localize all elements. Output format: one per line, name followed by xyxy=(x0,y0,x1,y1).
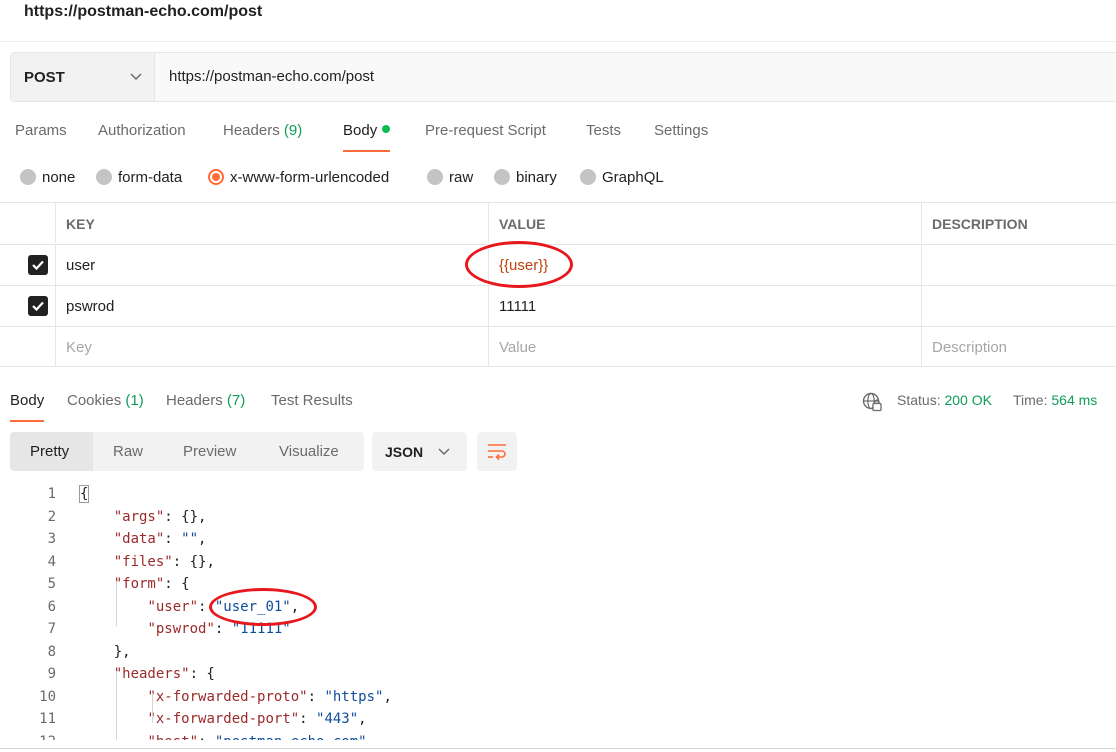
window-title: https://postman-echo.com/post xyxy=(24,3,263,20)
method-select[interactable]: POST xyxy=(11,53,155,101)
tab-authorization[interactable]: Authorization xyxy=(98,122,186,152)
value-input[interactable]: Value xyxy=(488,327,921,366)
tab-test-results[interactable]: Test Results xyxy=(271,392,353,422)
indent-guide xyxy=(152,693,153,723)
view-preview-button[interactable]: Preview xyxy=(163,432,259,471)
headers-count: (9) xyxy=(283,122,303,139)
table-header: KEY VALUE DESCRIPTION xyxy=(0,202,1116,243)
key-input[interactable]: Key xyxy=(55,327,488,366)
line-number: 6 xyxy=(47,598,56,615)
indent-guide xyxy=(116,671,117,740)
view-mode-group: Pretty Raw Preview Visualize xyxy=(10,432,364,471)
key-cell[interactable]: user xyxy=(55,245,488,285)
line-number: 10 xyxy=(39,688,56,705)
response-tabs: Body Cookies (1) Headers (7) Test Result… xyxy=(0,390,1116,422)
code-line: 10 "x-forwarded-proto": "https", xyxy=(0,687,1116,710)
chevron-down-icon xyxy=(130,73,142,81)
column-header-description: DESCRIPTION xyxy=(932,216,1028,232)
tab-tests[interactable]: Tests xyxy=(586,122,621,152)
table-row: pswrod 11111 xyxy=(0,285,1116,326)
line-number: 9 xyxy=(47,666,56,682)
view-visualize-button[interactable]: Visualize xyxy=(259,432,364,471)
tab-response-body[interactable]: Body xyxy=(10,392,45,422)
code-text: "args": {}, xyxy=(113,508,207,525)
line-number: 8 xyxy=(47,643,56,660)
tab-headers[interactable]: Headers (9) xyxy=(223,122,302,152)
code-text: "data": "", xyxy=(113,531,207,547)
line-number: 3 xyxy=(47,531,56,547)
code-line: 12 "host": "postman-echo.com", xyxy=(0,732,1116,741)
tab-pre-request-script[interactable]: Pre-request Script xyxy=(425,122,546,152)
checkbox-checked-icon[interactable] xyxy=(28,255,48,275)
view-raw-button[interactable]: Raw xyxy=(93,432,163,471)
tab-params[interactable]: Params xyxy=(15,122,67,152)
request-tabs: Params Authorization Headers (9) Body Pr… xyxy=(0,122,1116,154)
code-line: 9 "headers": { xyxy=(0,664,1116,687)
code-line: 5 "form": { xyxy=(0,574,1116,597)
view-pretty-button[interactable]: Pretty xyxy=(10,432,93,471)
column-header-value: VALUE xyxy=(499,216,546,232)
response-time: Time: 564 ms xyxy=(1013,392,1098,408)
code-line: 4 "files": {}, xyxy=(0,552,1116,575)
checkbox-checked-icon[interactable] xyxy=(28,296,48,316)
line-number: 5 xyxy=(47,576,56,592)
line-number: 7 xyxy=(47,621,56,637)
indent-guide xyxy=(116,582,117,626)
wrap-lines-icon xyxy=(488,444,506,461)
format-select[interactable]: JSON xyxy=(372,432,467,471)
tab-settings[interactable]: Settings xyxy=(654,122,708,152)
tab-response-headers[interactable]: Headers (7) xyxy=(166,392,245,422)
description-cell[interactable] xyxy=(921,286,1116,326)
code-line: 3 "data": "", xyxy=(0,529,1116,552)
response-body-code[interactable]: 1{2 "args": {}, 3 "data": "", 4 "files": {… xyxy=(0,484,1116,740)
window-title-bar: https://postman-echo.com/post xyxy=(0,0,1116,42)
globe-lock-icon[interactable] xyxy=(862,392,882,412)
code-line: 7 "pswrod": "11111" xyxy=(0,619,1116,642)
line-number: 12 xyxy=(0,734,56,741)
annotation-ellipse xyxy=(465,241,573,288)
annotation-ellipse xyxy=(209,588,317,626)
key-cell[interactable]: pswrod xyxy=(55,286,488,326)
method-label: POST xyxy=(24,69,65,86)
code-line: 8 }, xyxy=(0,642,1116,665)
horizontal-scrollbar[interactable] xyxy=(0,748,1116,752)
description-input[interactable]: Description xyxy=(921,327,1116,366)
code-text: "files": {}, xyxy=(113,553,215,570)
code-line: 6 "user": "user_01", xyxy=(0,597,1116,620)
code-line: 1{ xyxy=(0,484,1116,507)
code-line: 2 "args": {}, xyxy=(0,507,1116,530)
line-number: 1 xyxy=(47,486,56,502)
body-type-radios: none form-data x-www-form-urlencoded raw… xyxy=(0,166,1116,190)
code-line: 11 "x-forwarded-port": "443", xyxy=(0,709,1116,732)
code-text: "host": "postman-echo.com", xyxy=(80,734,375,741)
tab-cookies[interactable]: Cookies (1) xyxy=(67,392,144,422)
code-text: { xyxy=(78,485,90,503)
status-value: 200 OK xyxy=(944,392,992,408)
code-text: "x-forwarded-port": "443", xyxy=(147,711,367,727)
response-status: Status: 200 OK xyxy=(897,392,992,408)
code-text: }, xyxy=(80,643,131,660)
value-cell[interactable]: 11111 xyxy=(488,286,921,326)
url-input[interactable]: https://postman-echo.com/post xyxy=(169,68,374,85)
description-cell[interactable] xyxy=(921,245,1116,285)
table-row-new: Key Value Description xyxy=(0,326,1116,367)
code-text: "x-forwarded-proto": "https", xyxy=(147,688,392,705)
time-value: 564 ms xyxy=(1051,392,1098,408)
line-number: 4 xyxy=(47,553,56,570)
wrap-lines-button[interactable] xyxy=(477,432,517,471)
column-header-key: KEY xyxy=(66,216,95,232)
request-url-bar: POST https://postman-echo.com/post xyxy=(10,52,1116,102)
code-text: "form": { xyxy=(113,576,190,592)
code-text: "headers": { xyxy=(113,666,215,682)
tab-body[interactable]: Body xyxy=(343,122,391,152)
body-indicator-dot xyxy=(382,125,391,133)
line-number: 2 xyxy=(47,508,56,525)
chevron-down-icon xyxy=(438,448,450,456)
line-number: 11 xyxy=(39,711,56,727)
